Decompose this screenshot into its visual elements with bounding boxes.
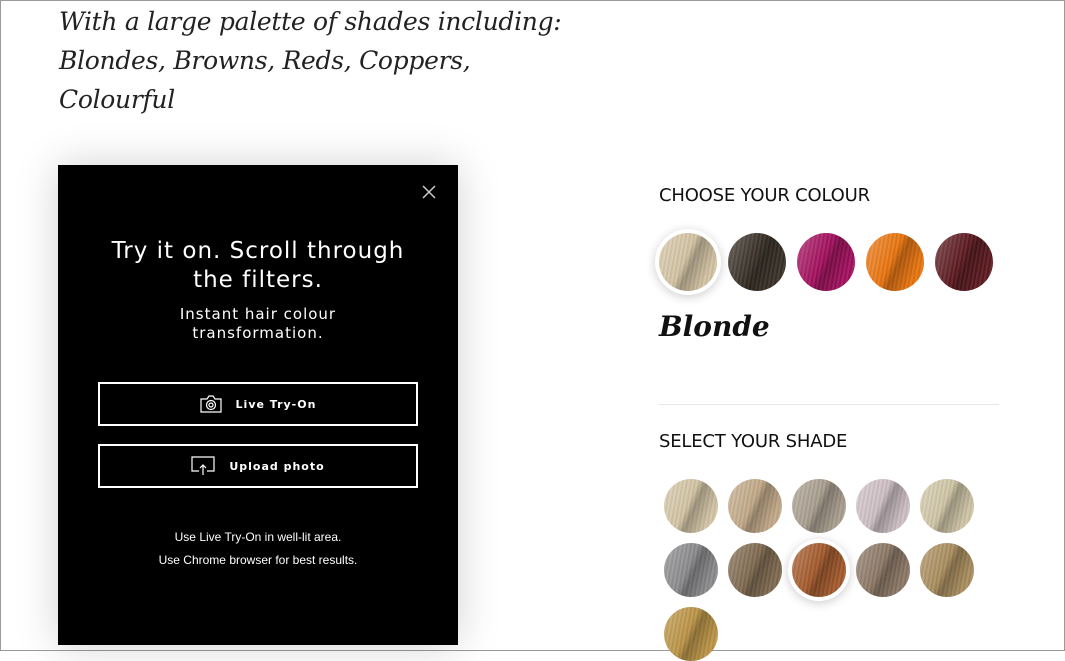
shade-swatch[interactable] [856,479,910,533]
colour-swatch[interactable] [728,233,786,291]
title-line: Try it on. Scroll through [111,238,405,264]
intro-line: Blondes, Browns, Reds, Coppers, [59,46,471,75]
shade-swatch[interactable] [856,543,910,597]
intro-line: With a large palette of shades including… [59,7,562,36]
try-on-subtitle: Instant hair colour transformation. [58,305,458,343]
upload-icon [191,456,215,475]
select-shade-heading: SELECT YOUR SHADE [659,431,848,452]
close-icon[interactable] [420,183,438,201]
shade-swatch[interactable] [920,543,974,597]
shade-swatch[interactable] [920,479,974,533]
lighting-note: Use Live Try-On in well-lit area. [174,530,342,544]
choose-colour-heading: CHOOSE YOUR COLOUR [659,185,870,206]
upload-photo-label: Upload photo [229,459,325,473]
upload-photo-button[interactable]: Upload photo [98,444,418,488]
colour-swatch[interactable] [935,233,993,291]
colour-swatch[interactable] [659,233,717,291]
divider [659,404,999,405]
selected-colour-name: Blonde [659,310,770,343]
live-try-on-label: Live Try-On [235,397,317,411]
shade-swatch[interactable] [664,607,718,661]
try-on-title: Try it on. Scroll through the filters. [58,237,458,295]
intro-text: With a large palette of shades including… [59,2,562,119]
shade-swatch[interactable] [792,543,846,597]
try-on-panel: Try it on. Scroll through the filters. I… [58,165,458,645]
intro-line: Colourful [59,85,175,114]
shade-swatch[interactable] [664,479,718,533]
shade-swatch[interactable] [792,479,846,533]
colour-swatch[interactable] [866,233,924,291]
live-try-on-button[interactable]: Live Try-On [98,382,418,426]
subtitle-line: Instant hair colour [179,305,337,323]
subtitle-line: transformation. [192,324,324,342]
shade-swatch[interactable] [728,543,782,597]
browser-note: Use Chrome browser for best results. [158,553,358,567]
colour-swatch[interactable] [797,233,855,291]
title-line: the filters. [193,267,323,293]
camera-icon [199,395,222,413]
shade-swatch[interactable] [664,543,718,597]
shade-swatch[interactable] [728,479,782,533]
